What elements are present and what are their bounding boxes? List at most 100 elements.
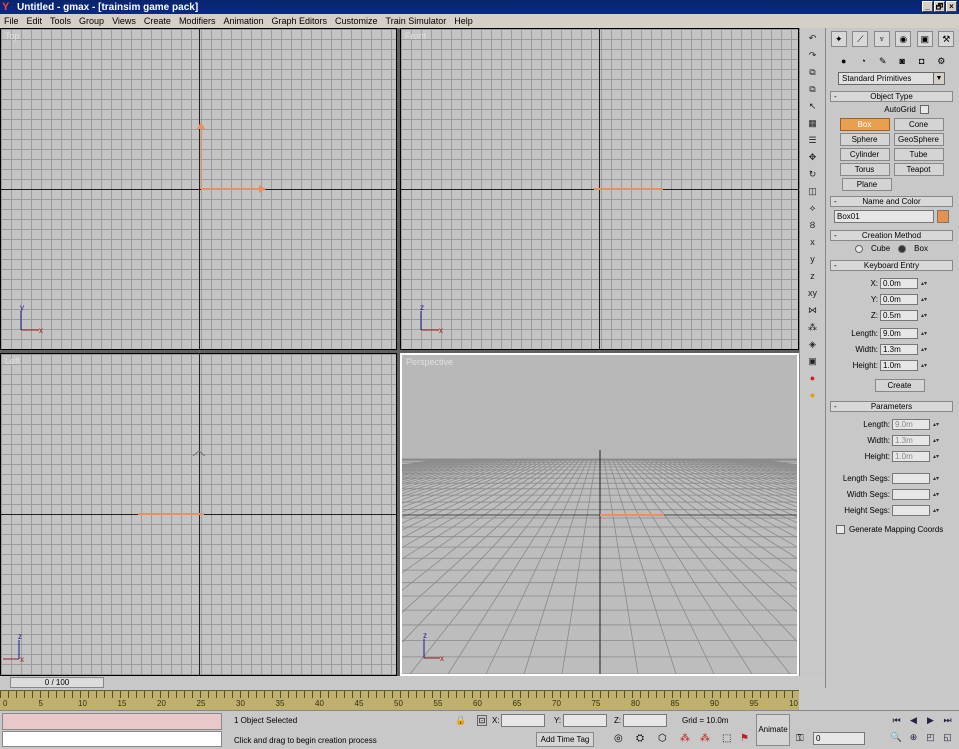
- axis-z-button[interactable]: z: [806, 269, 820, 283]
- zoom-all-icon[interactable]: ⊕: [906, 730, 921, 745]
- spinner-icon[interactable]: ▴▾: [933, 453, 939, 460]
- maxscript-listener-input[interactable]: [2, 713, 222, 730]
- menu-tools[interactable]: Tools: [46, 16, 75, 26]
- material-editor-icon[interactable]: ▣: [806, 354, 820, 368]
- link-icon[interactable]: ⧉: [806, 65, 820, 79]
- axis-x-button[interactable]: x: [806, 235, 820, 249]
- percent-snap-icon[interactable]: ⬡: [658, 733, 667, 744]
- menu-graph-editors[interactable]: Graph Editors: [267, 16, 331, 26]
- display-tab-icon[interactable]: ▣: [916, 31, 933, 47]
- move-icon[interactable]: ✥: [806, 150, 820, 164]
- absolute-mode-icon[interactable]: ⊡: [477, 715, 487, 726]
- geosphere-button[interactable]: GeoSphere: [893, 133, 944, 146]
- create-button[interactable]: Create: [874, 378, 925, 392]
- menu-train-simulator[interactable]: Train Simulator: [382, 16, 451, 26]
- param-height-input[interactable]: 1.0m: [892, 450, 930, 462]
- time-slider[interactable]: 0 / 100: [0, 676, 799, 690]
- length-segs-input[interactable]: [892, 472, 930, 484]
- object-type-header[interactable]: - Object Type: [830, 91, 953, 102]
- spinner-icon[interactable]: ▴▾: [933, 507, 939, 514]
- angle-snap-icon[interactable]: ⛭: [636, 733, 644, 744]
- array-icon[interactable]: ⁂: [806, 320, 820, 334]
- param-width-input[interactable]: 1.3m: [892, 434, 930, 446]
- axis-xy-button[interactable]: xy: [806, 286, 820, 300]
- menu-edit[interactable]: Edit: [23, 16, 47, 26]
- spinner-icon[interactable]: ▴▾: [921, 280, 927, 287]
- menu-file[interactable]: File: [0, 16, 23, 26]
- object-color-swatch[interactable]: [937, 210, 949, 223]
- lock-icon[interactable]: 🔒: [455, 715, 466, 726]
- category-dropdown[interactable]: Standard Primitives ▼: [838, 72, 945, 85]
- menu-animation[interactable]: Animation: [219, 16, 267, 26]
- spinner-icon[interactable]: ▴▾: [933, 421, 939, 428]
- systems-icon[interactable]: ⚙: [935, 55, 948, 68]
- quick-render-icon[interactable]: ●: [806, 388, 820, 402]
- lights-icon[interactable]: ✎: [876, 55, 889, 68]
- track-bar[interactable]: 0 5 10 15 20 25 30 35 40 45 50 55 60 65 70 75 80 85 90 95 10: [0, 690, 799, 710]
- spinner-icon[interactable]: ▴▾: [921, 330, 927, 337]
- maxscript-output[interactable]: [2, 731, 222, 747]
- current-frame-input[interactable]: 0: [813, 732, 865, 745]
- height-segs-input[interactable]: [892, 504, 930, 516]
- parameters-header[interactable]: - Parameters: [830, 401, 953, 412]
- z-coord-input[interactable]: [623, 714, 667, 727]
- ke-x-input[interactable]: 0.0m: [880, 277, 918, 289]
- spinner-icon[interactable]: ▴▾: [921, 296, 927, 303]
- creation-method-header[interactable]: - Creation Method: [830, 230, 953, 241]
- go-to-start-icon[interactable]: ⏮: [889, 713, 904, 728]
- spinner-icon[interactable]: ▴▾: [921, 362, 927, 369]
- keyboard-entry-header[interactable]: - Keyboard Entry: [830, 260, 953, 271]
- utilities-tab-icon[interactable]: ⚒: [938, 31, 955, 47]
- zoom-extents-icon[interactable]: ◰: [923, 730, 938, 745]
- create-tab-icon[interactable]: ✦: [830, 31, 847, 47]
- ke-y-input[interactable]: 0.0m: [880, 293, 918, 305]
- spinner-snap-icon[interactable]: ⁂: [680, 733, 690, 744]
- spinner-icon[interactable]: ▴▾: [921, 346, 927, 353]
- menu-modifiers[interactable]: Modifiers: [175, 16, 220, 26]
- menu-help[interactable]: Help: [450, 16, 477, 26]
- width-segs-input[interactable]: [892, 488, 930, 500]
- time-slider-knob[interactable]: 0 / 100: [10, 677, 104, 688]
- zoom-extents-all-icon[interactable]: ◱: [940, 730, 955, 745]
- ke-z-input[interactable]: 0.5m: [880, 309, 918, 321]
- select-region-icon[interactable]: ▦: [806, 116, 820, 130]
- cube-radio[interactable]: [855, 244, 864, 253]
- tube-button[interactable]: Tube: [893, 148, 944, 161]
- restore-button[interactable]: 🗗: [934, 1, 945, 12]
- key-mode-icon[interactable]: ⚿: [796, 733, 804, 744]
- menu-views[interactable]: Views: [108, 16, 140, 26]
- menu-customize[interactable]: Customize: [331, 16, 382, 26]
- cameras-icon[interactable]: ◙: [896, 55, 909, 68]
- go-to-end-icon[interactable]: ⏭: [940, 713, 955, 728]
- rotate-icon[interactable]: ↻: [806, 167, 820, 181]
- cylinder-button[interactable]: Cylinder: [839, 148, 890, 161]
- helpers-icon[interactable]: ◘: [915, 55, 928, 68]
- shapes-icon[interactable]: ◔: [857, 55, 870, 68]
- play-icon[interactable]: ▶: [923, 713, 938, 728]
- sphere-button[interactable]: Sphere: [839, 133, 890, 146]
- box-radio[interactable]: [898, 244, 907, 253]
- plane-button[interactable]: Plane: [842, 178, 892, 191]
- crossing-select-icon[interactable]: ⬚: [722, 733, 731, 744]
- name-color-header[interactable]: - Name and Color: [830, 196, 953, 207]
- mirror-icon[interactable]: ⋈: [806, 303, 820, 317]
- motion-tab-icon[interactable]: ◉: [895, 31, 912, 47]
- menu-group[interactable]: Group: [75, 16, 108, 26]
- ke-width-input[interactable]: 1.3m: [880, 343, 918, 355]
- geometry-icon[interactable]: ●: [837, 55, 850, 68]
- hierarchy-tab-icon[interactable]: ♆: [873, 31, 890, 47]
- object-name-input[interactable]: Box01: [834, 210, 934, 223]
- axis-y-button[interactable]: y: [806, 252, 820, 266]
- teapot-button[interactable]: Teapot: [893, 163, 944, 176]
- degrade-override-icon[interactable]: ⚑: [740, 733, 749, 744]
- ke-height-input[interactable]: 1.0m: [880, 359, 918, 371]
- minimize-button[interactable]: _: [922, 1, 933, 12]
- select-by-name-icon[interactable]: ☰: [806, 133, 820, 147]
- pivot-icon[interactable]: ⟡: [806, 201, 820, 215]
- box-button[interactable]: Box: [839, 118, 890, 131]
- spinner-icon[interactable]: ▴▾: [921, 312, 927, 319]
- viewport-top[interactable]: Top y x: [0, 28, 397, 350]
- render-icon[interactable]: ●: [806, 371, 820, 385]
- previous-frame-icon[interactable]: ◀: [906, 713, 921, 728]
- unlink-icon[interactable]: ⧉: [806, 82, 820, 96]
